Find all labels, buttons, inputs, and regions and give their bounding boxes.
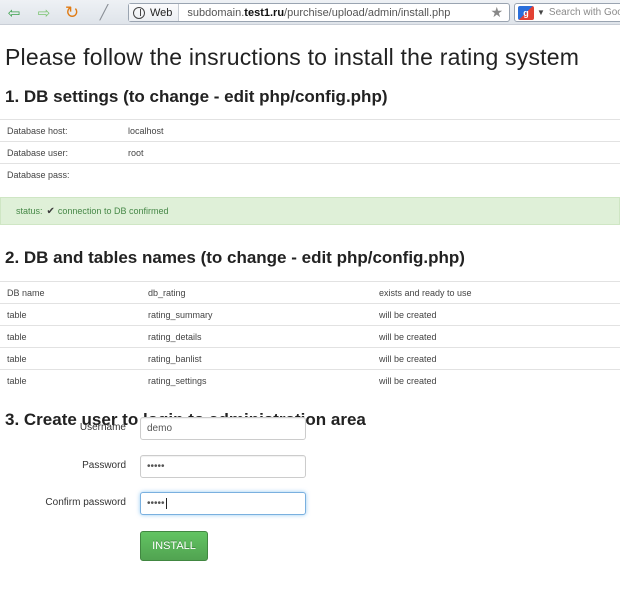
status-text: connection to DB confirmed (57, 206, 169, 216)
password-field[interactable]: ••••• (140, 455, 306, 478)
username-field[interactable]: demo (140, 417, 306, 440)
url-text[interactable]: subdomain.test1.ru/purchise/upload/admin… (179, 7, 450, 19)
reload-icon[interactable]: ↻ (62, 3, 82, 22)
confirm-password-value: ••••• (147, 498, 165, 509)
row-name: rating_summary (141, 303, 372, 326)
address-bar[interactable]: Web subdomain.test1.ru/purchise/upload/a… (128, 3, 510, 22)
db-user-value: root (121, 141, 620, 164)
table-row: table rating_banlist will be created (0, 347, 620, 370)
row-state: will be created (372, 325, 620, 348)
site-identity-chip[interactable]: Web (129, 4, 180, 21)
confirm-password-field[interactable]: ••••• (140, 492, 306, 515)
confirm-password-row: Confirm password ••••• (0, 492, 620, 516)
row-state: exists and ready to use (372, 281, 620, 304)
password-label: Password (82, 460, 126, 471)
wrench-icon[interactable]: ╱ (94, 3, 114, 22)
table-row: DB name db_rating exists and ready to us… (0, 281, 620, 304)
row-type: table (0, 347, 141, 370)
table-row: Database host: localhost (0, 119, 620, 142)
table-row: table rating_settings will be created (0, 369, 620, 392)
search-placeholder: Search with Goo (548, 7, 620, 18)
globe-icon (133, 6, 145, 19)
table-row: table rating_details will be created (0, 325, 620, 348)
password-row: Password ••••• (0, 455, 620, 479)
db-user-label: Database user: (0, 141, 121, 164)
row-name: rating_details (141, 325, 372, 348)
db-pass-value (121, 163, 620, 186)
web-chip-label: Web (150, 6, 173, 19)
db-host-value: localhost (121, 119, 620, 142)
install-button[interactable]: INSTALL (140, 531, 208, 561)
row-name: rating_banlist (141, 347, 372, 370)
tables-table: DB name db_rating exists and ready to us… (0, 281, 620, 392)
search-box[interactable]: g ▼ Search with Goo (514, 3, 620, 22)
table-row: Database pass: (0, 163, 620, 186)
row-state: will be created (372, 303, 620, 326)
username-row: Username demo (0, 417, 620, 441)
google-icon[interactable]: g (518, 5, 534, 20)
row-state: will be created (372, 369, 620, 392)
username-label: Username (79, 422, 126, 433)
star-icon[interactable]: ★ (490, 4, 503, 21)
url-path: /purchise/upload/admin/install.php (284, 6, 451, 19)
browser-toolbar: ⇦ ⇨ ↻ ╱ Web subdomain.test1.ru/purchise/… (0, 0, 620, 25)
row-type: DB name (0, 281, 141, 304)
confirm-password-label: Confirm password (45, 497, 126, 508)
row-type: table (0, 325, 141, 348)
row-name: rating_settings (141, 369, 372, 392)
db-host-label: Database host: (0, 119, 121, 142)
row-state: will be created (372, 347, 620, 370)
table-row: table rating_summary will be created (0, 303, 620, 326)
checkmark-icon: ✔ (46, 205, 55, 217)
db-pass-label: Database pass: (0, 163, 121, 186)
status-alert: status: ✔ connection to DB confirmed (0, 197, 620, 225)
db-settings-heading: 1. DB settings (to change - edit php/con… (5, 87, 388, 106)
chevron-down-icon[interactable]: ▼ (537, 8, 545, 17)
row-type: table (0, 303, 141, 326)
url-prefix: subdomain. (187, 6, 245, 19)
page-title: Please follow the insructions to install… (5, 44, 580, 70)
tables-heading: 2. DB and tables names (to change - edit… (5, 248, 465, 267)
text-caret (165, 497, 167, 509)
status-prefix: status: (16, 206, 43, 216)
row-name: db_rating (141, 281, 372, 304)
forward-arrow-icon[interactable]: ⇨ (34, 3, 54, 22)
db-settings-table: Database host: localhost Database user: … (0, 119, 620, 186)
row-type: table (0, 369, 141, 392)
back-arrow-icon[interactable]: ⇦ (4, 3, 24, 22)
table-row: Database user: root (0, 141, 620, 164)
url-domain: test1.ru (244, 6, 285, 19)
